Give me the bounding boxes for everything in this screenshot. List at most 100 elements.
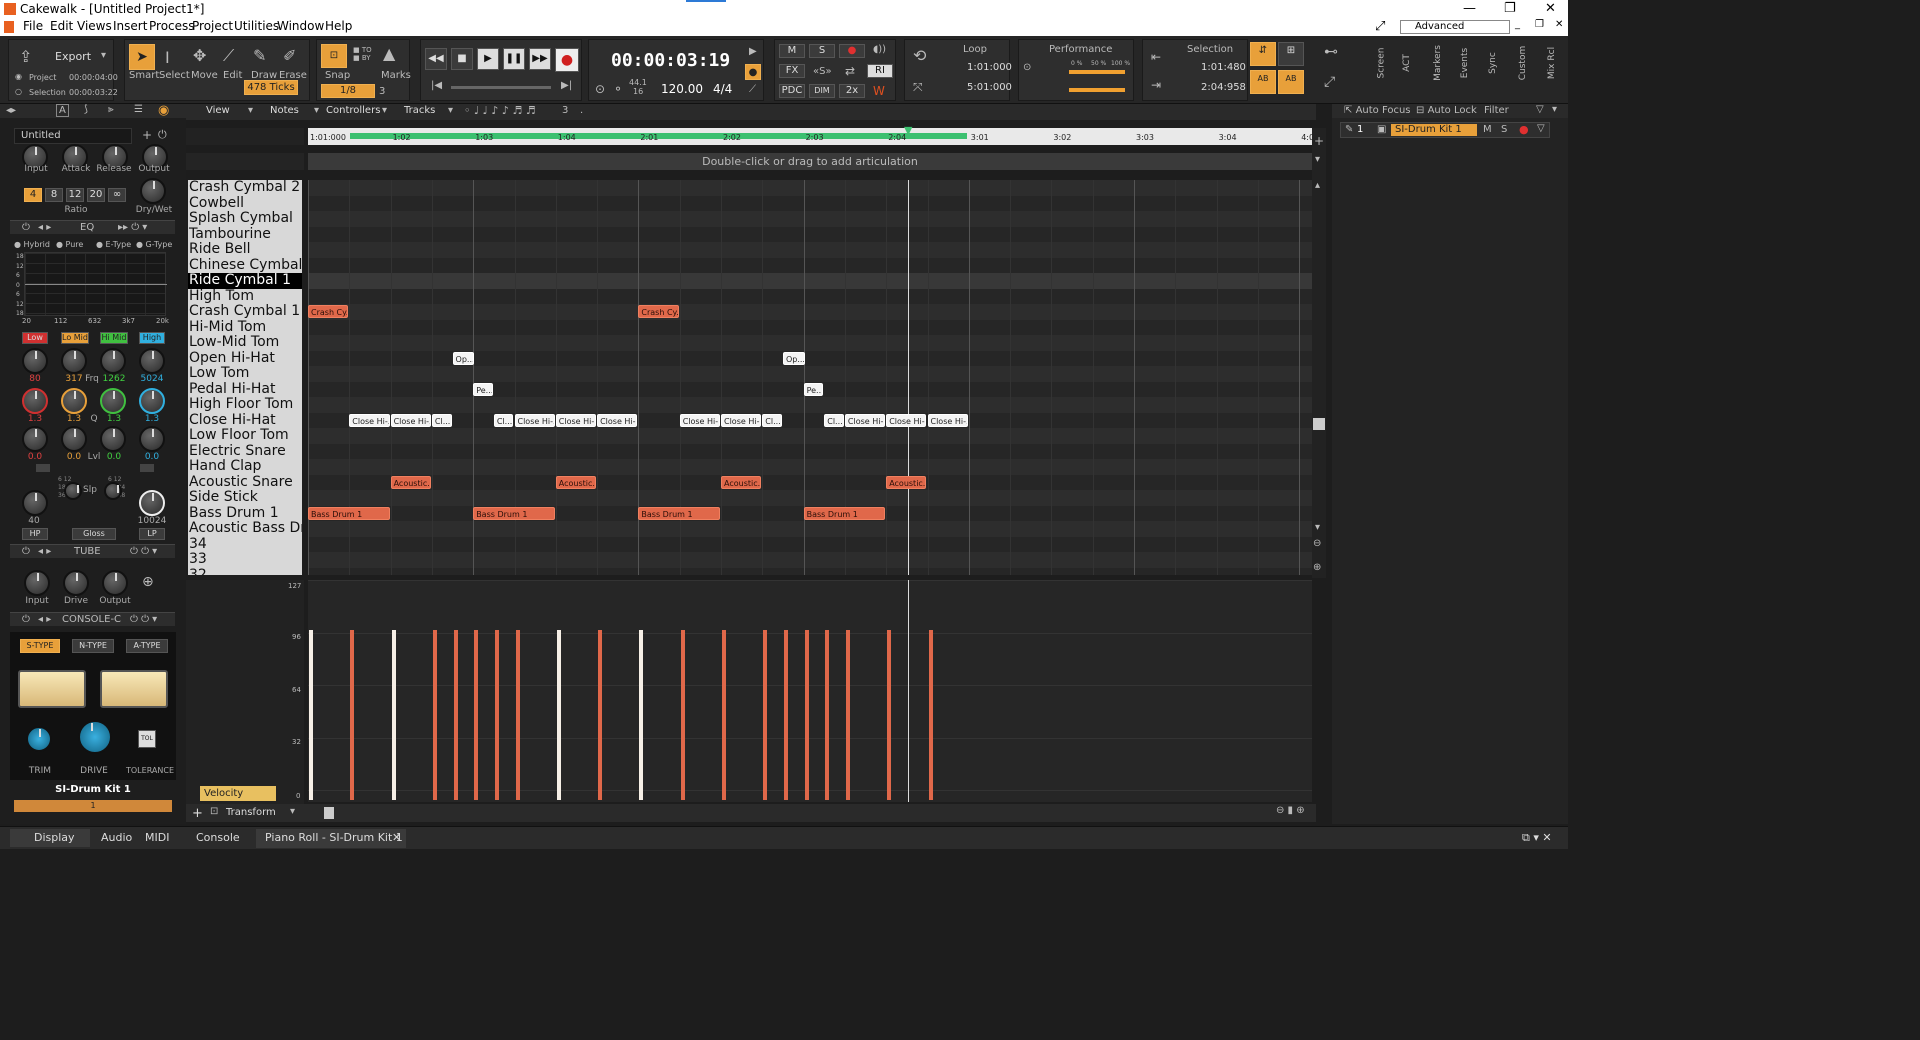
console-nav-icon[interactable]: ◂ ▸ [38, 614, 51, 625]
velocity-bar[interactable] [804, 630, 809, 800]
drum-name[interactable]: Cowbell [188, 195, 302, 212]
global-mute-button[interactable]: M [779, 44, 805, 58]
dim-button[interactable]: DIM [809, 84, 835, 98]
a-type-button[interactable]: A-TYPE [126, 639, 168, 653]
drum-name[interactable]: Tambourine [188, 226, 302, 243]
drum-name[interactable]: Side Stick [188, 489, 302, 506]
menu-utilities[interactable]: Utilities [234, 19, 279, 33]
tube-output-knob[interactable] [102, 570, 128, 596]
grid-row[interactable] [308, 335, 1312, 351]
time-display[interactable]: 00:00:03:19 [611, 50, 730, 71]
velocity-bar[interactable] [474, 630, 479, 800]
grid-row[interactable] [308, 567, 1312, 575]
drum-name[interactable]: 32 [188, 567, 302, 575]
mdi-restore-icon[interactable]: ❐ [1535, 19, 1544, 30]
menu-process[interactable]: Process [149, 19, 195, 33]
track-visibility-icon[interactable]: ▣ [1377, 124, 1386, 135]
ri-button[interactable]: RI [867, 64, 893, 78]
smart-tool-icon[interactable]: ➤ [129, 44, 155, 70]
drum-name[interactable]: Open Hi-Hat [188, 350, 302, 367]
grid-row[interactable] [308, 443, 1312, 459]
collapse-icon[interactable]: ▾ [1315, 154, 1320, 165]
expand-icon[interactable]: ⤢ [1375, 19, 1385, 34]
drum-name[interactable]: Low Tom [188, 365, 302, 382]
menu-project[interactable]: Project [192, 19, 233, 33]
articulation-lane[interactable]: Double-click or drag to add articulation [308, 153, 1312, 170]
loop-start[interactable]: 1:01:000 [967, 62, 1012, 73]
track-solo-button[interactable]: S [1501, 124, 1507, 135]
himid-freq-knob[interactable] [100, 348, 126, 374]
scroll-down-icon[interactable]: ▾ [1315, 522, 1320, 533]
ratio-20-button[interactable]: 20 [87, 188, 105, 202]
eq-power-icon[interactable]: ⏻ [22, 222, 30, 233]
export-button[interactable]: Export [55, 50, 91, 63]
midi-note[interactable]: Pe... [473, 382, 493, 396]
velocity-bar[interactable] [763, 630, 768, 800]
midi-note[interactable]: Crash Cy... [308, 305, 349, 318]
tab-display[interactable]: Display [10, 829, 90, 847]
midi-note[interactable]: Cl... [762, 413, 782, 427]
high-q-knob[interactable] [139, 388, 165, 414]
lp-slope-knob[interactable] [104, 482, 122, 500]
grid-row[interactable] [308, 211, 1312, 227]
n-type-button[interactable]: N-TYPE [72, 639, 114, 653]
loop-end[interactable]: 5:01:000 [967, 82, 1012, 93]
midi-note[interactable]: Close Hi-... [597, 413, 638, 427]
drum-name[interactable]: Low Floor Tom [188, 427, 302, 444]
tab-sync[interactable]: Sync [1488, 52, 1498, 74]
edit-pencil-icon[interactable]: ✎ [1345, 124, 1353, 135]
grid-row[interactable] [308, 552, 1312, 568]
ab-icon[interactable]: AB [1250, 70, 1276, 94]
inspector-a-icon[interactable]: A [56, 104, 69, 117]
screenset-icon[interactable]: ⊷ [1324, 44, 1338, 60]
eq-mode-etype[interactable]: ● E-Type [96, 240, 131, 249]
track-name[interactable]: SI-Drum Kit 1 [1391, 124, 1477, 136]
w-automation-icon[interactable]: W [873, 84, 885, 98]
dock-icon[interactable]: ⧉ ▾ ✕ [1522, 831, 1552, 845]
tab-events[interactable]: Events [1460, 48, 1470, 78]
goto-end-icon[interactable]: ▶| [561, 80, 572, 91]
snap-ticks-select[interactable]: 478 Ticks [244, 80, 298, 95]
loop-set-icon[interactable]: ⤧ [913, 80, 923, 95]
menu-file[interactable]: File [23, 19, 43, 33]
menu-edit[interactable]: Edit [50, 19, 73, 33]
drum-name[interactable]: Close Hi-Hat [188, 412, 302, 429]
play-from-icon[interactable]: ▶ [749, 46, 757, 57]
ratio-4-button[interactable]: 4 [24, 188, 42, 202]
auto-lock-toggle[interactable]: ⊟ Auto Lock [1416, 105, 1477, 116]
scroll-thumb[interactable] [1313, 418, 1325, 430]
pause-icon[interactable]: ❚❚ [503, 48, 525, 70]
velocity-bar[interactable] [556, 630, 561, 800]
low-shelf-toggle[interactable] [36, 464, 50, 472]
band-himid-button[interactable]: Hi Mid [100, 332, 128, 344]
meter-value[interactable]: 4/4 [713, 82, 732, 96]
scroll-up-icon[interactable]: ▴ [1315, 180, 1320, 191]
tube-drive-knob[interactable] [63, 570, 89, 596]
selection-to-icon[interactable]: ⇥ [1151, 78, 1161, 92]
midi-note[interactable]: Acoustic... [390, 475, 431, 489]
velocity-bar[interactable] [825, 630, 830, 800]
midi-note[interactable]: Bass Drum 1 [308, 506, 390, 520]
midi-note[interactable]: Cl... [431, 413, 452, 427]
select-tool-icon[interactable]: I [165, 48, 170, 67]
midi-note[interactable]: Close Hi-... [555, 413, 597, 427]
draw-tool-icon[interactable]: ✎ [253, 46, 266, 65]
mdi-minimize-icon[interactable]: _ [1515, 19, 1520, 30]
fast-forward-icon[interactable]: ▶▶ [529, 48, 551, 70]
midi-note[interactable]: Cl... [493, 413, 514, 427]
velocity-lane-select[interactable]: Velocity [200, 786, 276, 801]
velocity-bar[interactable] [494, 630, 499, 800]
eq-mode-hybrid[interactable]: ● Hybrid [14, 240, 50, 249]
project-radio[interactable]: ◉ [15, 72, 22, 81]
export-icon[interactable]: ⇪ [19, 47, 32, 66]
grid-row[interactable] [308, 304, 1312, 320]
dotted-icon[interactable]: . [580, 105, 583, 116]
move-tool-icon[interactable]: ✥ [193, 46, 206, 65]
drum-name[interactable]: 34 [188, 536, 302, 553]
snap-icon[interactable]: ⊡ [321, 44, 347, 68]
grid-row[interactable] [308, 273, 1312, 289]
drum-name[interactable]: Crash Cymbal 2 [188, 180, 302, 196]
velocity-bar[interactable] [639, 630, 644, 800]
eq-mode-pure[interactable]: ● Pure [56, 240, 83, 249]
grid-row[interactable] [308, 319, 1312, 335]
